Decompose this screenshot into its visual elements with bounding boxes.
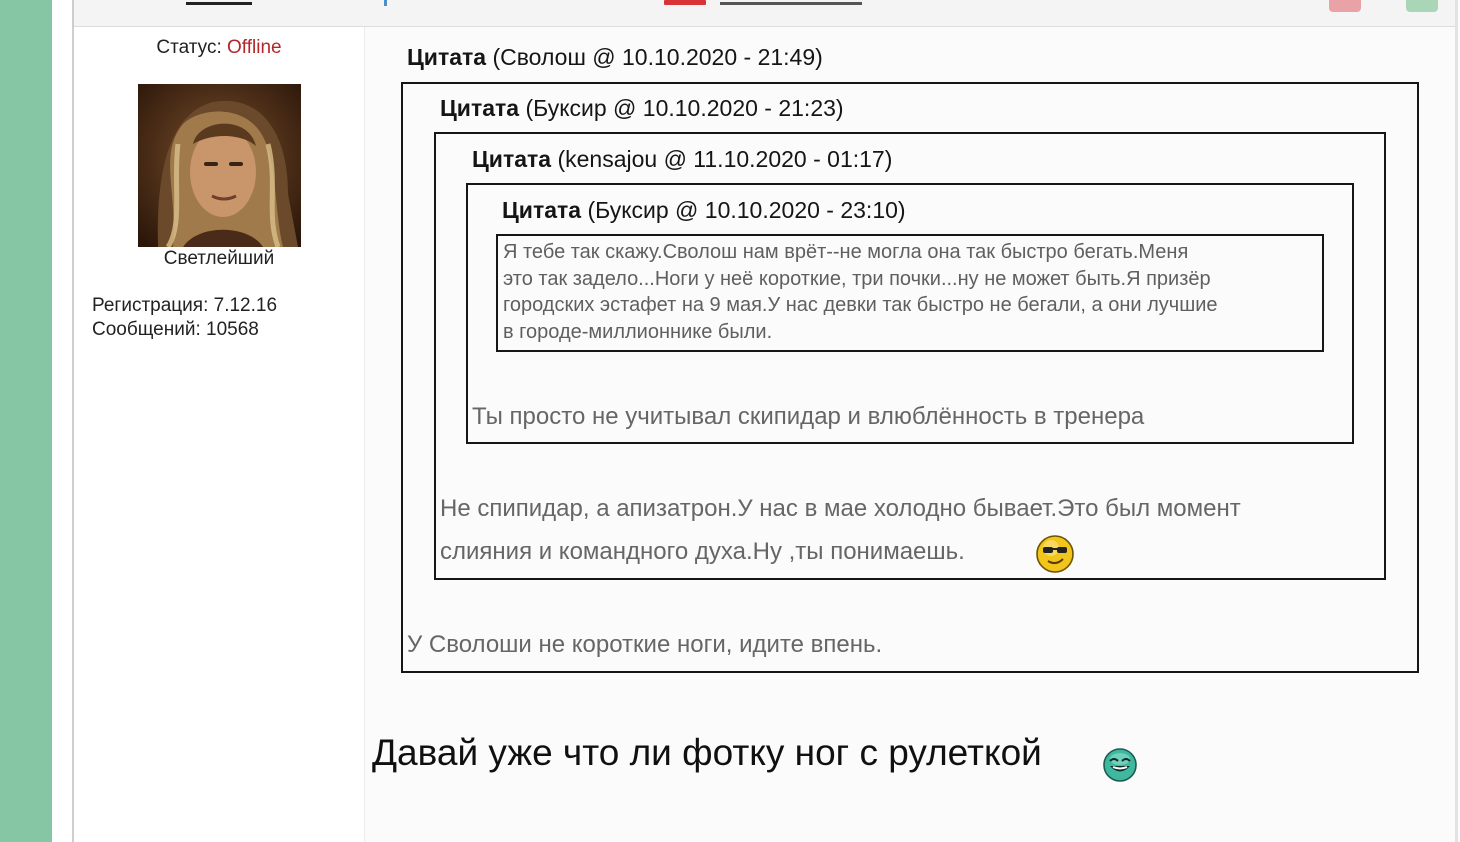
quote-2-reply-line-2: слияния и командного духа.Ну ,ты понимае… — [440, 538, 965, 565]
quote-meta: (Буксир @ 10.10.2020 - 21:23) — [525, 95, 844, 121]
toolbar-red-tab[interactable] — [664, 0, 706, 5]
toolbar-underline — [186, 2, 252, 5]
toolbar-marker — [384, 0, 387, 6]
left-gap — [52, 0, 72, 842]
quote-4-body: Я тебе так скажу.Сволош нам врёт--не мог… — [503, 239, 1318, 345]
author-status: Статус: Offline — [74, 37, 364, 59]
quote-line: это так задело...Ноги у неё короткие, тр… — [503, 267, 1211, 290]
message-count: Сообщений: 10568 — [92, 319, 259, 340]
quote-label: Цитата — [407, 44, 487, 70]
author-sidebar: Статус: Offline Светлейший Регистрация: … — [74, 27, 365, 842]
registration-date: Регистрация: 7.12.16 — [92, 295, 278, 316]
quote-line: в городе-миллионнике были. — [503, 320, 773, 343]
quote-meta: (Сволош @ 10.10.2020 - 21:49) — [492, 44, 823, 70]
quote-2-reply-line-1: Не спипидар, а апизатрон.У нас в мае хол… — [440, 495, 1241, 522]
author-stats: Регистрация: 7.12.16 Сообщений: 10568 — [92, 294, 277, 342]
quote-header-4: Цитата (Буксир @ 10.10.2020 - 23:10) — [502, 197, 906, 224]
smiley-laugh-icon — [1103, 748, 1137, 782]
post-text: Давай уже что ли фотку ног с рулеткой — [372, 732, 1042, 773]
quote-label: Цитата — [440, 95, 520, 121]
right-divider — [1455, 0, 1458, 842]
quote-1-reply: У Сволоши не короткие ноги, идите впень. — [407, 631, 883, 658]
quote-header-2: Цитата (Буксир @ 10.10.2020 - 21:23) — [440, 95, 844, 122]
quote-header-3: Цитата (kensajou @ 11.10.2020 - 01:17) — [472, 146, 892, 173]
quote-meta: (Буксир @ 10.10.2020 - 23:10) — [587, 197, 906, 223]
quote-3-reply: Ты просто не учитывал скипидар и влюблён… — [472, 403, 1145, 430]
quote-button[interactable] — [1406, 0, 1438, 12]
post-toolbar — [74, 0, 1455, 27]
left-accent-strip — [0, 0, 52, 842]
author-rank: Светлейший — [163, 248, 275, 269]
quote-line: городских эстафет на 9 мая.У нас девки т… — [503, 294, 1218, 316]
smiley-cool-icon — [1036, 535, 1074, 573]
avatar-image — [138, 84, 301, 247]
quote-label: Цитата — [472, 146, 552, 172]
toolbar-link-bar[interactable] — [720, 2, 862, 5]
avatar[interactable] — [138, 84, 301, 247]
quote-header-1: Цитата (Сволош @ 10.10.2020 - 21:49) — [407, 44, 823, 71]
quote-label: Цитата — [502, 197, 582, 223]
quote-meta: (kensajou @ 11.10.2020 - 01:17) — [557, 146, 893, 172]
report-button[interactable] — [1329, 0, 1361, 12]
quote-line: Я тебе так скажу.Сволош нам врёт--не мог… — [503, 241, 1189, 263]
status-value: Offline — [227, 37, 282, 58]
status-label: Статус: — [156, 37, 222, 58]
